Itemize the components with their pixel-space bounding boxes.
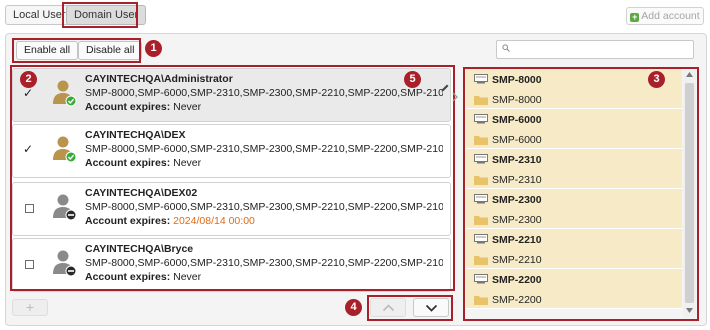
- folder-name: SMP-6000: [492, 134, 542, 146]
- checked-icon[interactable]: ✓: [23, 142, 33, 156]
- folder-name: SMP-2310: [492, 174, 542, 186]
- expiry-label: Account expires:: [85, 101, 171, 113]
- enable-all-button[interactable]: Enable all: [16, 41, 79, 60]
- search-input[interactable]: [496, 40, 694, 59]
- device-item[interactable]: SMP-2210 SMP-2210: [466, 229, 682, 269]
- user-name: CAYINTECHQA\DEX02: [85, 187, 198, 199]
- scroll-up-icon[interactable]: [686, 72, 693, 77]
- folder-icon: [474, 256, 488, 265]
- user-expiry: Account expires: 2024/08/14 00:00: [85, 215, 255, 227]
- folder-icon: [474, 176, 488, 185]
- tab-local-user[interactable]: Local User: [5, 5, 74, 25]
- device-icon: [474, 74, 488, 84]
- scroll-thumb[interactable]: [685, 83, 694, 303]
- chevron-right-icon: [452, 92, 458, 102]
- user-devices: SMP-8000,SMP-6000,SMP-2310,SMP-2300,SMP-…: [85, 201, 443, 213]
- user-expiry: Account expires: Never: [85, 271, 201, 283]
- search-icon: [502, 44, 510, 52]
- move-down-button[interactable]: [413, 298, 449, 317]
- device-icon: [474, 234, 488, 244]
- user-devices: SMP-8000,SMP-6000,SMP-2310,SMP-2300,SMP-…: [85, 143, 443, 155]
- folder-name: SMP-2210: [492, 254, 542, 266]
- device-item[interactable]: SMP-2200 SMP-2200: [466, 269, 682, 309]
- device-icon: [474, 194, 488, 204]
- folder-name: SMP-8000: [492, 94, 542, 106]
- device-name: SMP-2210: [492, 234, 542, 246]
- user-name: CAYINTECHQA\Bryce: [85, 243, 194, 255]
- badge-2: 2: [20, 71, 37, 88]
- user-expiry: Account expires: Never: [85, 101, 201, 113]
- badge-1: 1: [145, 40, 162, 57]
- device-icon: [474, 274, 488, 284]
- folder-icon: [474, 216, 488, 225]
- device-icon: [474, 154, 488, 164]
- folder-icon: [474, 296, 488, 305]
- device-list: SMP-8000 SMP-8000 SMP-6000 SMP-6000 SMP-…: [466, 69, 682, 318]
- device-icon: [474, 114, 488, 124]
- unchecked-checkbox[interactable]: [25, 260, 34, 269]
- device-name: SMP-2300: [492, 194, 542, 206]
- move-up-button[interactable]: [370, 298, 406, 317]
- tab-domain-user[interactable]: Domain User: [66, 5, 147, 25]
- checked-icon[interactable]: ✓: [23, 86, 33, 100]
- add-account-label: Add account: [641, 10, 700, 22]
- edit-icon[interactable]: [440, 83, 450, 93]
- add-button[interactable]: +: [12, 299, 48, 316]
- expiry-value: Never: [173, 157, 202, 169]
- folder-name: SMP-2200: [492, 294, 542, 306]
- device-scrollbar[interactable]: [683, 69, 696, 318]
- user-name: CAYINTECHQA\DEX: [85, 129, 186, 141]
- device-name: SMP-6000: [492, 114, 542, 126]
- unchecked-checkbox[interactable]: [25, 204, 34, 213]
- user-devices: SMP-8000,SMP-6000,SMP-2310,SMP-2300,SMP-…: [85, 87, 443, 99]
- device-item[interactable]: SMP-2300 SMP-2300: [466, 189, 682, 229]
- expiry-value: 2024/08/14 00:00: [173, 215, 255, 227]
- chevron-up-icon: [382, 304, 395, 312]
- badge-3: 3: [648, 71, 665, 88]
- expiry-label: Account expires:: [85, 271, 171, 283]
- expiry-label: Account expires:: [85, 215, 171, 227]
- user-expiry: Account expires: Never: [85, 157, 201, 169]
- disable-all-button[interactable]: Disable all: [78, 41, 143, 60]
- user-disabled-icon: [53, 194, 77, 221]
- device-item[interactable]: SMP-2310 SMP-2310: [466, 149, 682, 189]
- scroll-down-icon[interactable]: [686, 308, 693, 313]
- chevron-down-icon: [425, 304, 438, 312]
- plus-icon: +: [630, 12, 640, 22]
- user-devices: SMP-8000,SMP-6000,SMP-2310,SMP-2300,SMP-…: [85, 257, 443, 269]
- user-row[interactable]: ✓ CAYINTECHQA\Administrator SMP-8000,SMP…: [12, 68, 451, 122]
- expiry-value: Never: [173, 271, 202, 283]
- device-name: SMP-2310: [492, 154, 542, 166]
- user-row[interactable]: CAYINTECHQA\DEX02 SMP-8000,SMP-6000,SMP-…: [12, 182, 451, 236]
- device-name: SMP-8000: [492, 74, 542, 86]
- badge-5: 5: [404, 71, 421, 88]
- expiry-label: Account expires:: [85, 157, 171, 169]
- user-row[interactable]: ✓ CAYINTECHQA\DEX SMP-8000,SMP-6000,SMP-…: [12, 124, 451, 178]
- add-account-button[interactable]: + Add account: [626, 7, 704, 25]
- folder-icon: [474, 136, 488, 145]
- badge-4: 4: [345, 299, 362, 316]
- user-enabled-icon: [53, 136, 77, 163]
- folder-name: SMP-2300: [492, 214, 542, 226]
- user-enabled-icon: [53, 80, 77, 107]
- user-list: ✓ CAYINTECHQA\Administrator SMP-8000,SMP…: [12, 66, 453, 292]
- expiry-value: Never: [173, 101, 202, 113]
- user-name: CAYINTECHQA\Administrator: [85, 73, 233, 85]
- device-name: SMP-2200: [492, 274, 542, 286]
- folder-icon: [474, 96, 488, 105]
- user-disabled-icon: [53, 250, 77, 277]
- user-row[interactable]: CAYINTECHQA\Bryce SMP-8000,SMP-6000,SMP-…: [12, 238, 451, 292]
- device-item[interactable]: SMP-6000 SMP-6000: [466, 109, 682, 149]
